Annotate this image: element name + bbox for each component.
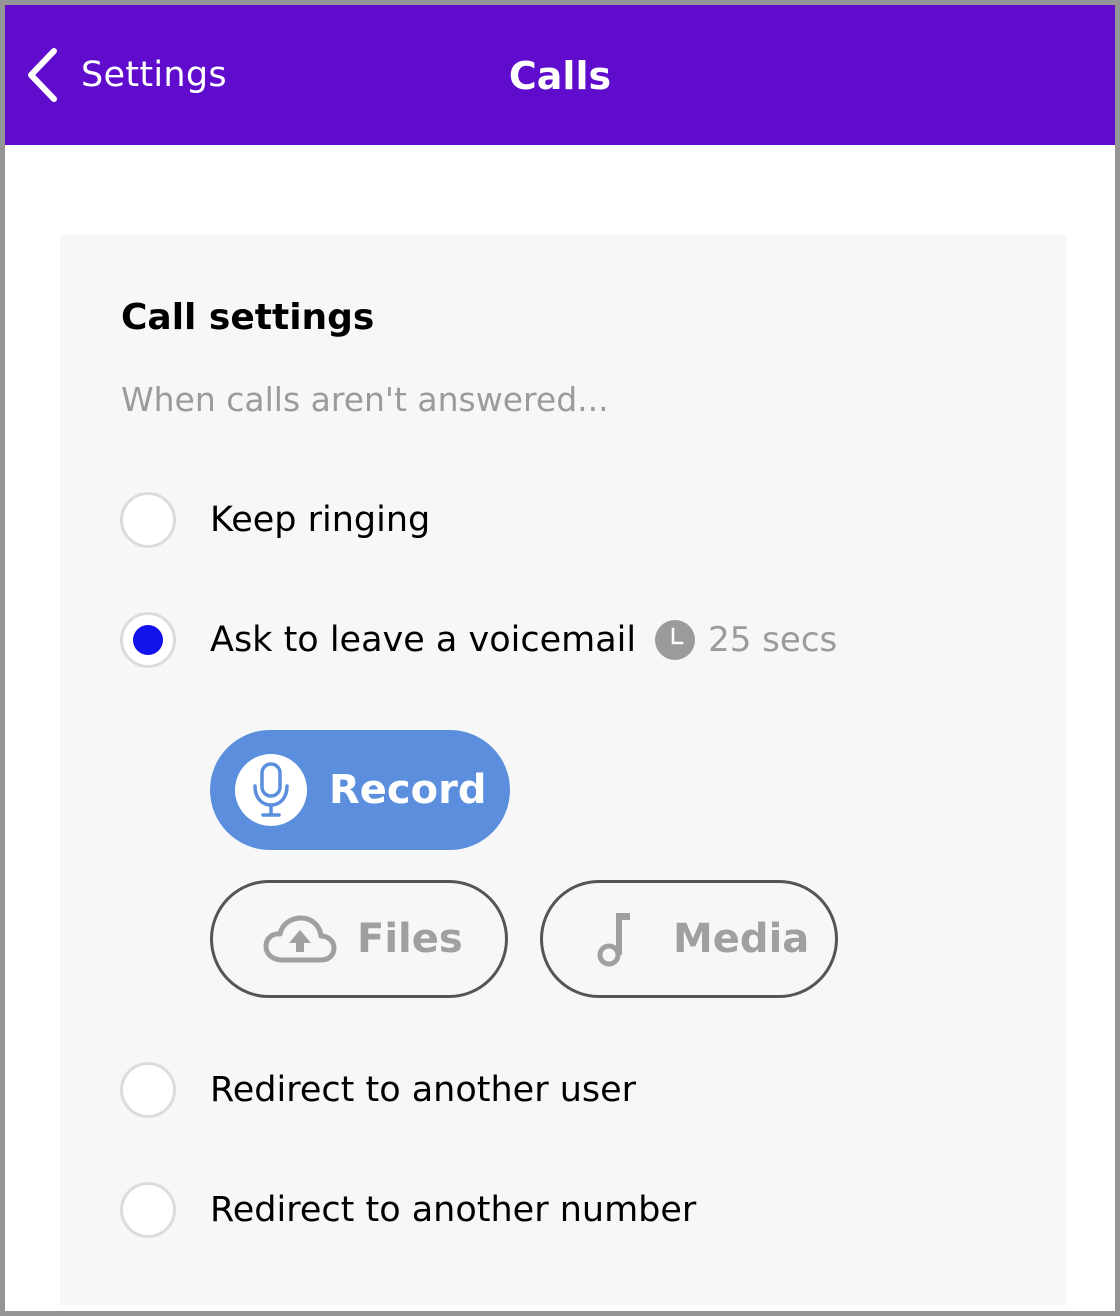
option-label: Redirect to another user (210, 1070, 637, 1110)
radio-redirect-user[interactable] (120, 1062, 176, 1118)
media-button[interactable]: Media (540, 880, 838, 998)
option-keep-ringing[interactable]: Keep ringing (120, 489, 430, 551)
music-note-icon (597, 913, 630, 967)
option-label: Redirect to another number (210, 1190, 697, 1230)
header-bar: Settings Calls (5, 5, 1115, 145)
mic-circle (235, 754, 307, 826)
page-title: Calls (508, 54, 612, 98)
option-label: Ask to leave a voicemail (210, 620, 637, 660)
radio-keep-ringing[interactable] (120, 492, 176, 548)
option-redirect-number[interactable]: Redirect to another number (120, 1179, 696, 1241)
app-frame: Settings Calls Call settings When calls … (0, 0, 1120, 1316)
voicemail-timer[interactable]: 25 secs (654, 619, 837, 661)
option-voicemail[interactable]: Ask to leave a voicemail 25 secs (120, 609, 837, 671)
section-subtitle: When calls aren't answered... (121, 380, 609, 419)
radio-redirect-number[interactable] (120, 1182, 176, 1238)
clock-icon (655, 620, 696, 660)
microphone-icon (253, 762, 289, 817)
files-label: Files (357, 916, 463, 962)
call-settings-panel: Call settings When calls aren't answered… (60, 235, 1066, 1305)
record-label: Record (329, 767, 487, 813)
timer-text: 25 secs (708, 620, 838, 660)
section-title: Call settings (121, 297, 375, 338)
files-button[interactable]: Files (210, 880, 508, 998)
option-label: Keep ringing (210, 500, 431, 540)
record-button[interactable]: Record (210, 730, 510, 850)
media-label: Media (673, 916, 810, 962)
radio-voicemail[interactable] (120, 612, 176, 668)
cloud-upload-icon (263, 915, 337, 963)
option-redirect-user[interactable]: Redirect to another user (120, 1059, 636, 1121)
